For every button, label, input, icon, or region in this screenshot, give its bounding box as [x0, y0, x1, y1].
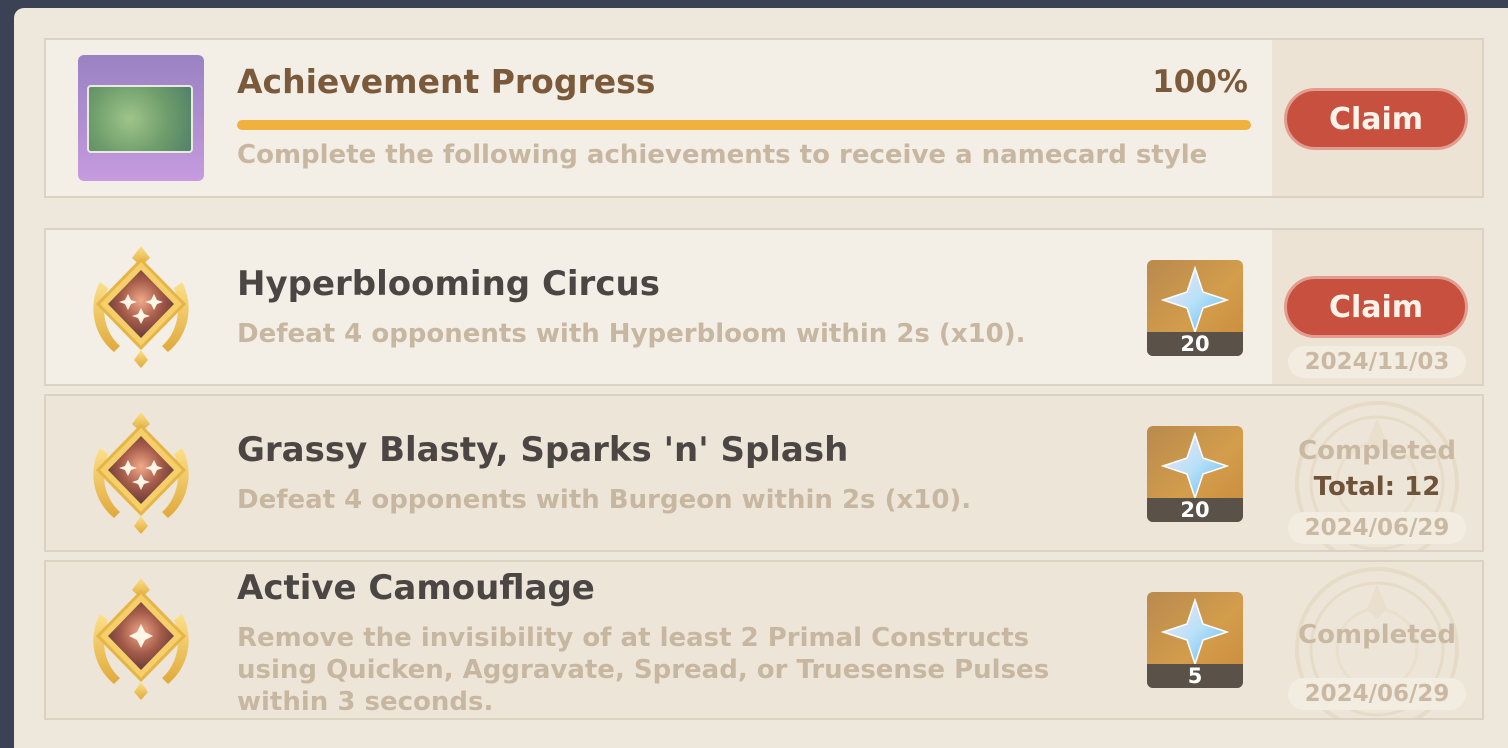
achievement-badge-icon — [93, 412, 189, 534]
reward-item: 5 — [1147, 592, 1243, 688]
reward-item: 20 — [1147, 260, 1243, 356]
reward-count: 5 — [1147, 664, 1243, 688]
achievement-description: Defeat 4 opponents with Burgeon within 2… — [237, 485, 972, 515]
progress-description: Complete the following achievements to r… — [237, 140, 1208, 170]
completed-label: Completed — [1298, 436, 1456, 466]
completed-label: Completed — [1298, 620, 1456, 650]
progress-total: Total: 12 — [1313, 472, 1441, 502]
achievement-title: Grassy Blasty, Sparks 'n' Splash — [237, 430, 849, 470]
achievement-row: Active Camouflage Remove the invisibilit… — [44, 560, 1484, 720]
primogem-icon — [1161, 432, 1229, 500]
primogem-icon — [1161, 598, 1229, 666]
progress-bar — [237, 120, 1251, 130]
progress-percent: 100% — [1152, 64, 1248, 100]
primogem-icon — [1161, 266, 1229, 334]
achievement-badge-icon — [93, 578, 189, 700]
namecard-preview-image — [87, 85, 193, 153]
progress-bar-fill — [237, 120, 1251, 130]
reward-count: 20 — [1147, 498, 1243, 522]
reward-item: 20 — [1147, 426, 1243, 522]
achievement-title: Active Camouflage — [237, 568, 595, 608]
achievement-row: Hyperblooming Circus Defeat 4 opponents … — [44, 228, 1484, 386]
claim-namecard-button[interactable]: Claim — [1284, 88, 1468, 150]
completion-date: 2024/11/03 — [1288, 346, 1466, 378]
achievement-badge-icon — [93, 246, 189, 368]
achievement-title: Hyperblooming Circus — [237, 264, 660, 304]
achievement-progress-card: Achievement Progress 100% Complete the f… — [44, 38, 1484, 198]
achievement-description: Remove the invisibility of at least 2 Pr… — [237, 623, 1050, 717]
reward-count: 20 — [1147, 332, 1243, 356]
completion-date: 2024/06/29 — [1288, 512, 1466, 544]
progress-title: Achievement Progress — [237, 62, 656, 101]
achievement-description: Defeat 4 opponents with Hyperbloom withi… — [237, 319, 1026, 349]
claim-button[interactable]: Claim — [1284, 276, 1468, 338]
achievement-row: Grassy Blasty, Sparks 'n' Splash Defeat … — [44, 394, 1484, 552]
namecard-icon — [78, 55, 204, 181]
completion-date: 2024/06/29 — [1288, 678, 1466, 710]
